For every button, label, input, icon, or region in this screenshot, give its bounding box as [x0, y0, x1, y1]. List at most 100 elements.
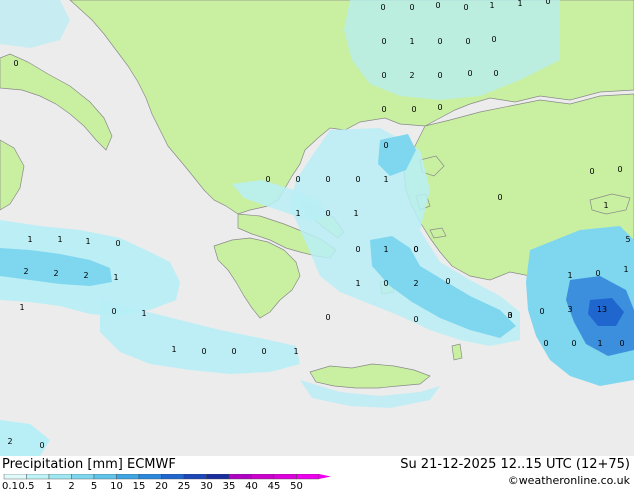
- precip-value-label: 0: [589, 167, 594, 176]
- precip-value-label: 2: [409, 71, 414, 80]
- precip-value-label: 5: [625, 235, 630, 244]
- precip-value-label: 0: [493, 69, 498, 78]
- precip-value-label: 0: [115, 239, 120, 248]
- legend-color-box: [161, 474, 185, 480]
- precip-value-label: 0: [231, 347, 236, 356]
- land-karpathos: [451, 343, 463, 361]
- legend-color-box: [251, 474, 275, 480]
- precip-value-label: 0: [435, 1, 440, 10]
- precip-value-label: 0: [355, 175, 360, 184]
- precip-value-label: 0: [265, 175, 270, 184]
- legend-color-box: [116, 474, 140, 480]
- legend-color-box: [183, 474, 207, 480]
- precip-value-label: 0: [39, 441, 44, 450]
- legend-label: 0.1: [2, 481, 18, 490]
- precip-value-label: 0: [413, 245, 418, 254]
- precip-value-label: 1: [623, 265, 628, 274]
- legend-labels: 0.1 0.5 1 2 5 10 15 20 25 30 35 40 45 50: [2, 481, 303, 490]
- legend-label: 20: [155, 481, 168, 490]
- precip-value-label: 0: [445, 277, 450, 286]
- valid-time: Su 21-12-2025 12..15 UTC (12+75): [400, 457, 630, 472]
- legend-label: 5: [91, 481, 97, 490]
- precip-value-label: 0: [325, 209, 330, 218]
- precip-value-label: 0: [381, 105, 386, 114]
- precip-value-label: 2: [23, 267, 28, 276]
- precip-value-label: 1: [383, 245, 388, 254]
- legend-color-box: [3, 474, 27, 480]
- precip-value-label: 0: [571, 339, 576, 348]
- legend-label: 25: [178, 481, 191, 490]
- legend-color-box: [206, 474, 230, 480]
- legend-color-boxes: [3, 474, 331, 480]
- precip-value-label: 1: [293, 347, 298, 356]
- precip-value-label: 3: [507, 311, 512, 320]
- precip-value-label: 1: [489, 1, 494, 10]
- precip-value-label: 0: [491, 35, 496, 44]
- precip-value-label: 0: [497, 193, 502, 202]
- precip-value-label: 1: [409, 37, 414, 46]
- legend-label: 1: [46, 481, 52, 490]
- legend-label: 45: [268, 481, 281, 490]
- precip-value-label: 0: [543, 339, 548, 348]
- precip-value-label: 0: [383, 279, 388, 288]
- precip-value-label: 13: [597, 305, 607, 314]
- precip-value-label: 1: [85, 237, 90, 246]
- precipitation-map: 0 0 0 0 1 1 0 0 1 0 0 0 0 2 0 0 0 0 0 0 0 0 0 0 0 0 1 1 0 1 0 1 0 1 1 1 0 2 2 2…: [0, 0, 634, 456]
- precip-value-label: 0: [437, 71, 442, 80]
- precip-value-label: 1: [19, 303, 24, 312]
- legend-color-box: [93, 474, 117, 480]
- precip-value-label: 0: [201, 347, 206, 356]
- precip-value-label: 2: [413, 279, 418, 288]
- precip-value-label: 0: [383, 141, 388, 150]
- precip-value-label: 0: [539, 307, 544, 316]
- precip-value-label: 1: [383, 175, 388, 184]
- precip-value-label: 0: [325, 175, 330, 184]
- precip-value-label: 0: [413, 315, 418, 324]
- legend-color-box: [26, 474, 50, 480]
- precip-value-label: 0: [437, 37, 442, 46]
- legend-label: 15: [133, 481, 146, 490]
- precip-value-label: 1: [141, 309, 146, 318]
- precip-value-label: 2: [83, 271, 88, 280]
- legend-color-box: [48, 474, 72, 480]
- precip-value-label: 1: [597, 339, 602, 348]
- legend-label: 35: [223, 481, 236, 490]
- precip-value-label: 1: [113, 273, 118, 282]
- precip-value-label: 1: [355, 279, 360, 288]
- precip-value-label: 0: [409, 3, 414, 12]
- precip-value-label: 2: [7, 437, 12, 446]
- precip-value-label: 0: [619, 339, 624, 348]
- legend-label: 30: [200, 481, 213, 490]
- precip-value-label: 0: [465, 37, 470, 46]
- precip-value-label: 1: [603, 201, 608, 210]
- legend-label: 10: [110, 481, 123, 490]
- precip-value-label: 1: [171, 345, 176, 354]
- precip-value-label: 0: [295, 175, 300, 184]
- precip-value-label: 1: [27, 235, 32, 244]
- legend-label: 50: [290, 481, 303, 490]
- precip-value-label: 1: [517, 0, 522, 8]
- legend-color-box: [296, 474, 320, 480]
- legend-color-box: [138, 474, 162, 480]
- precip-value-label: 1: [567, 271, 572, 280]
- precip-value-label: 0: [325, 313, 330, 322]
- precip-value-label: 2: [53, 269, 58, 278]
- precip-value-label: 3: [567, 305, 572, 314]
- legend-color-box: [273, 474, 297, 480]
- legend-label: 0.5: [19, 481, 35, 490]
- precip-value-label: 0: [380, 3, 385, 12]
- precip-value-label: 0: [595, 269, 600, 278]
- precip-value-label: 0: [381, 37, 386, 46]
- legend-arrow-icon: [319, 474, 331, 479]
- precip-value-label: 1: [57, 235, 62, 244]
- precip-value-label: 0: [261, 347, 266, 356]
- precip-value-label: 0: [355, 245, 360, 254]
- precip-value-label: 0: [411, 105, 416, 114]
- precip-value-label: 0: [463, 3, 468, 12]
- precip-value-label: 0: [545, 0, 550, 6]
- precip-value-label: 0: [467, 69, 472, 78]
- precip-value-label: 0: [13, 59, 18, 68]
- legend-color-box: [71, 474, 95, 480]
- precip-value-label: 0: [111, 307, 116, 316]
- precipitation-legend: 0.1 0.5 1 2 5 10 15 20 25 30 35 40 45 50: [2, 474, 331, 490]
